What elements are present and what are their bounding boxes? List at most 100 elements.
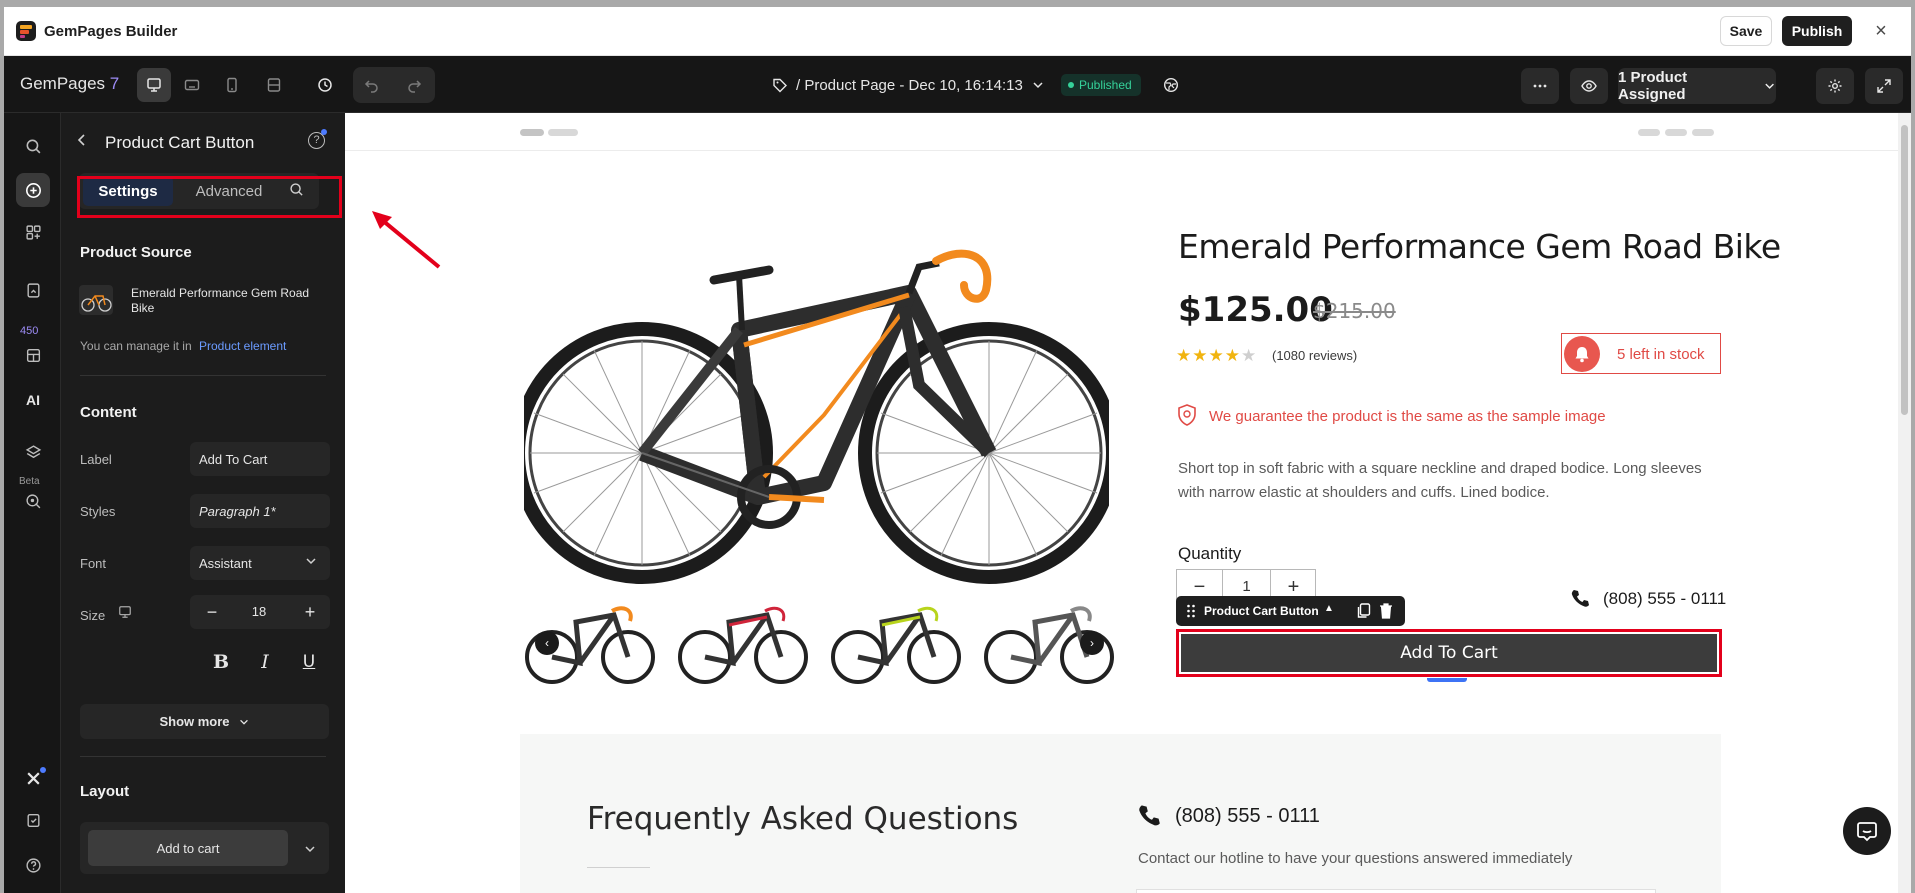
templates-icon[interactable] bbox=[16, 338, 50, 372]
canvas-scrollbar[interactable] bbox=[1898, 113, 1911, 893]
apps-icon[interactable] bbox=[16, 215, 50, 249]
publish-button[interactable]: Publish bbox=[1782, 16, 1852, 46]
product-main-image[interactable] bbox=[524, 215, 1109, 595]
italic-icon[interactable]: I bbox=[252, 649, 278, 675]
scrollbar-thumb[interactable] bbox=[1901, 125, 1908, 415]
underline-icon[interactable]: U bbox=[296, 649, 322, 675]
quantity-label[interactable]: Quantity bbox=[1178, 544, 1241, 564]
back-arrow-icon[interactable] bbox=[75, 133, 89, 152]
resize-handle[interactable] bbox=[1427, 678, 1467, 682]
phone-icon bbox=[1137, 803, 1161, 832]
add-to-cart-button[interactable]: Add To Cart bbox=[1181, 634, 1717, 672]
ai-icon[interactable]: AI bbox=[16, 383, 50, 417]
integrations-icon[interactable] bbox=[16, 761, 50, 795]
status-badge: Published bbox=[1061, 74, 1141, 96]
quantity-value[interactable]: 1 bbox=[1224, 578, 1269, 595]
stock-text: 5 left in stock bbox=[1617, 346, 1705, 363]
page-name-selector[interactable]: / Product Page - Dec 10, 16:14:13 bbox=[772, 74, 1045, 96]
size-field-label: Size bbox=[80, 608, 106, 623]
product-title[interactable]: Emerald Performance Gem Road Bike bbox=[1178, 227, 1781, 266]
tablet-landscape-view-icon[interactable] bbox=[175, 68, 209, 102]
desktop-view-icon[interactable] bbox=[137, 68, 171, 102]
size-increase-button[interactable]: + bbox=[298, 599, 322, 625]
editor-toolbar: GemPages 7 / Product Page - Dec 10, 16:1… bbox=[4, 56, 1911, 113]
size-decrease-button[interactable]: − bbox=[200, 599, 224, 625]
guarantee-text[interactable]: We guarantee the product is the same as … bbox=[1209, 408, 1606, 425]
checklist-icon[interactable] bbox=[16, 803, 50, 837]
mobile-view-icon[interactable] bbox=[215, 68, 249, 102]
target-icon[interactable] bbox=[16, 484, 50, 518]
preview-eye-icon[interactable] bbox=[1570, 68, 1608, 104]
placeholder-bar bbox=[1692, 129, 1714, 136]
redo-icon[interactable] bbox=[397, 68, 431, 102]
thumbnail-next-button[interactable]: › bbox=[1080, 631, 1104, 655]
add-element-icon[interactable] bbox=[16, 173, 50, 207]
save-button[interactable]: Save bbox=[1720, 16, 1772, 46]
faq-contact-box[interactable] bbox=[1136, 889, 1656, 893]
faq-hotline-text[interactable]: Contact our hotline to have your questio… bbox=[1138, 850, 1572, 867]
search-icon[interactable] bbox=[16, 129, 50, 163]
more-options-icon[interactable] bbox=[1521, 68, 1559, 104]
label-input[interactable]: Add To Cart bbox=[190, 442, 330, 476]
source-product-name: Emerald Performance Gem Road Bike bbox=[131, 286, 310, 315]
close-window-icon[interactable]: × bbox=[1870, 20, 1892, 42]
pages-icon[interactable] bbox=[16, 273, 50, 307]
manage-hint-text: You can manage it in bbox=[80, 339, 192, 353]
brand-name: GemPages bbox=[20, 74, 106, 93]
faq-section: Frequently Asked Questions (808) 555 - 0… bbox=[520, 734, 1721, 893]
stock-counter[interactable]: 5 left in stock bbox=[1561, 333, 1721, 374]
drag-handle-icon[interactable] bbox=[1186, 604, 1196, 618]
slider-indicator bbox=[548, 129, 578, 136]
panel-title: Product Cart Button bbox=[105, 133, 255, 152]
responsive-view-icon[interactable] bbox=[257, 68, 291, 102]
history-icon[interactable] bbox=[308, 68, 342, 102]
bold-icon[interactable]: B bbox=[208, 649, 234, 675]
canvas-top-bar bbox=[345, 113, 1898, 151]
product-element-link[interactable]: Product element bbox=[199, 339, 286, 353]
phone-number[interactable]: (808) 555 - 0111 bbox=[1603, 589, 1726, 609]
compare-at-price[interactable]: $215.00 bbox=[1313, 299, 1396, 323]
annotation-arrow bbox=[372, 211, 441, 269]
help-icon[interactable] bbox=[16, 848, 50, 882]
show-more-label: Show more bbox=[159, 714, 230, 729]
fullscreen-icon[interactable] bbox=[1865, 68, 1903, 104]
layout-selector: Add to cart bbox=[80, 822, 329, 874]
notification-dot bbox=[321, 129, 327, 135]
trash-icon[interactable] bbox=[1379, 603, 1393, 619]
size-value[interactable]: 18 bbox=[236, 604, 282, 619]
styles-field-label: Styles bbox=[80, 504, 116, 519]
caret-up-icon[interactable]: ▲ bbox=[1324, 603, 1334, 614]
rating-stars-filled: ★★★★ bbox=[1176, 346, 1241, 365]
duplicate-icon[interactable] bbox=[1357, 603, 1371, 619]
product-price[interactable]: $125.00 bbox=[1178, 290, 1333, 330]
chat-icon[interactable] bbox=[1843, 807, 1891, 855]
phone-icon bbox=[1570, 588, 1590, 613]
globe-icon[interactable] bbox=[1154, 68, 1188, 102]
show-more-button[interactable]: Show more bbox=[80, 704, 329, 739]
review-count[interactable]: (1080 reviews) bbox=[1272, 348, 1357, 363]
page-name: / Product Page - Dec 10, 16:14:13 bbox=[796, 76, 1023, 94]
faq-divider bbox=[587, 867, 650, 868]
manage-hint: You can manage it in Product element bbox=[80, 339, 286, 353]
product-thumbnail-3[interactable] bbox=[828, 597, 964, 687]
gear-icon[interactable] bbox=[1816, 68, 1854, 104]
layers-icon[interactable] bbox=[16, 435, 50, 469]
undo-icon[interactable] bbox=[355, 68, 389, 102]
product-assigned-dropdown[interactable]: 1 Product Assigned bbox=[1618, 68, 1776, 104]
count-badge: 450 bbox=[20, 325, 39, 337]
element-toolbar-label[interactable]: Product Cart Button bbox=[1204, 604, 1319, 618]
product-thumbnail-2[interactable] bbox=[675, 597, 811, 687]
desktop-device-icon[interactable] bbox=[118, 605, 132, 624]
faq-title[interactable]: Frequently Asked Questions bbox=[587, 801, 1018, 837]
rating-stars[interactable]: ★★★★★ bbox=[1176, 346, 1257, 366]
product-description[interactable]: Short top in soft fabric with a square n… bbox=[1178, 457, 1723, 505]
gempages-logo-icon bbox=[16, 21, 36, 41]
styles-select[interactable]: Paragraph 1* bbox=[190, 494, 330, 528]
chevron-down-icon bbox=[1033, 82, 1043, 89]
thumbnail-prev-button[interactable]: ‹ bbox=[535, 631, 559, 655]
layout-option-add-to-cart[interactable]: Add to cart bbox=[88, 830, 288, 866]
faq-phone-number[interactable]: (808) 555 - 0111 bbox=[1175, 805, 1320, 828]
font-select[interactable]: Assistant bbox=[190, 546, 330, 580]
label-field-label: Label bbox=[80, 452, 112, 467]
chevron-down-icon[interactable] bbox=[303, 842, 317, 856]
